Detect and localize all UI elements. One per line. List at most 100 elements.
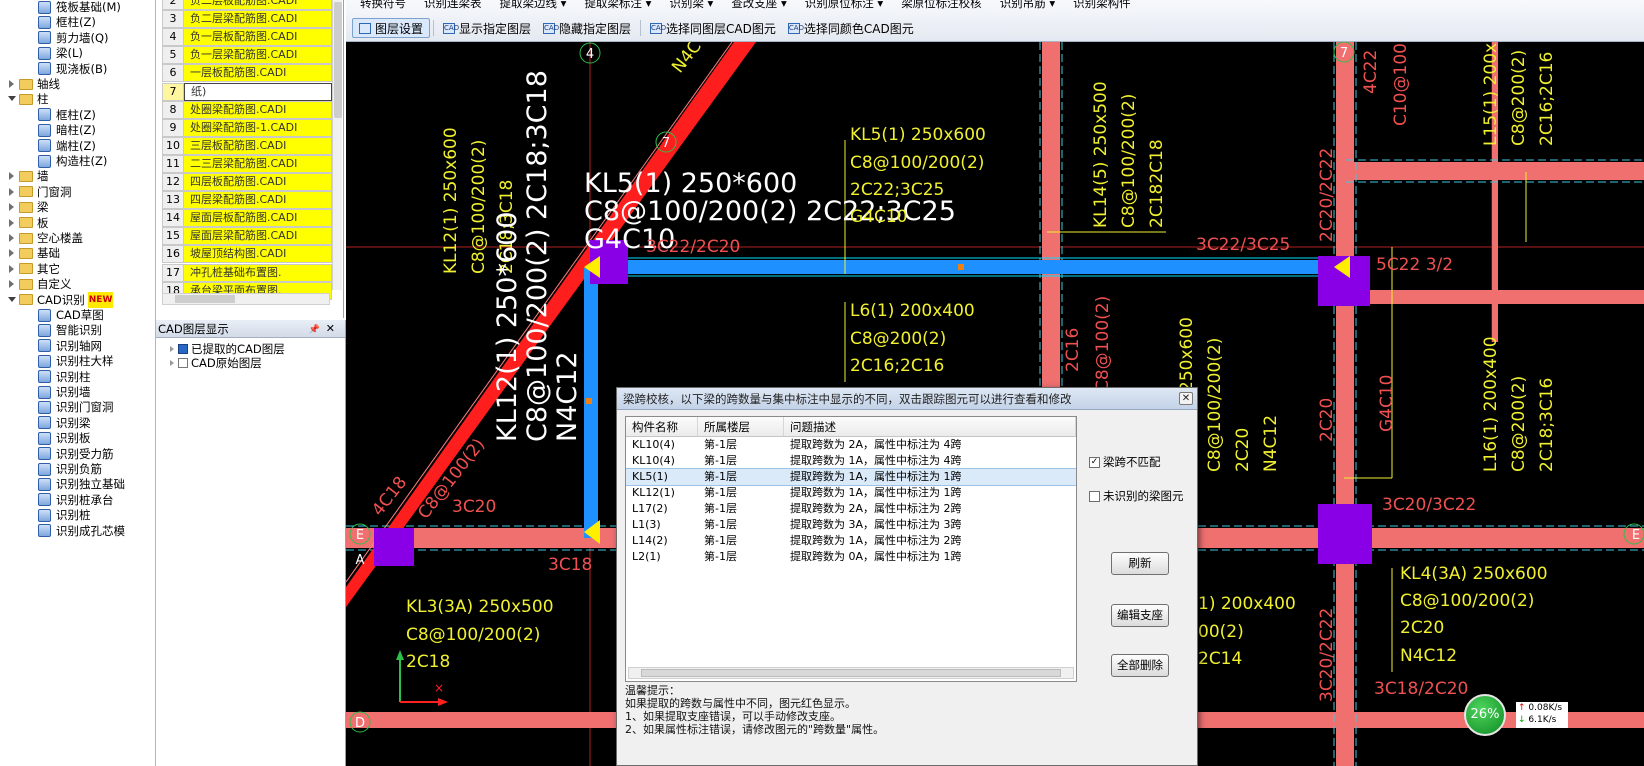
layer-settings-button[interactable]: 图层设置: [352, 18, 431, 38]
expand-icon[interactable]: [8, 187, 16, 196]
column-header-description[interactable]: 问题描述: [784, 417, 1076, 436]
tree-item[interactable]: 筏板基础(M): [38, 0, 121, 15]
tree-item[interactable]: 梁(L): [38, 45, 83, 61]
layer-original[interactable]: CAD原始图层: [170, 356, 262, 370]
drawing-row[interactable]: 16 坡屋顶结构图.CADI: [162, 245, 332, 264]
tree-item[interactable]: 暗柱(Z): [38, 122, 96, 138]
tree-item[interactable]: 智能识别: [38, 322, 102, 338]
tree-item[interactable]: CAD草图: [38, 307, 104, 323]
drawing-row-name[interactable]: 三层板配筋图.CADI: [184, 136, 332, 155]
drawing-list-vscroll[interactable]: [332, 0, 342, 290]
drawing-row-name[interactable]: 冲孔桩基础布置图.: [184, 263, 332, 282]
toolbar-button[interactable]: 梁原位标注校核: [901, 0, 982, 10]
tree-item[interactable]: 基础: [8, 245, 60, 261]
tree-item[interactable]: 识别受力筋: [38, 446, 114, 462]
tree-item[interactable]: 识别成孔芯模: [38, 523, 125, 539]
drawing-row-name[interactable]: 负一层梁配筋图.CADI: [184, 46, 332, 65]
hide-layer-button[interactable]: CAD 隐藏指定图层: [537, 18, 637, 38]
column-header-floor[interactable]: 所属楼层: [698, 417, 784, 436]
drawing-row[interactable]: 2 负二层板配筋图.CADI: [162, 0, 332, 10]
collapse-icon[interactable]: [8, 95, 16, 103]
drawing-row[interactable]: 6 一层板配筋图.CADI: [162, 64, 332, 83]
drawing-row-name[interactable]: 负二层梁配筋图.CADI: [184, 10, 332, 29]
table-row[interactable]: KL10(4) 第-1层 提取跨数为 2A，属性中标注为 4跨: [626, 437, 1076, 453]
tree-item[interactable]: 其它: [8, 261, 60, 277]
column-header-name[interactable]: 构件名称: [626, 417, 698, 436]
tree-item[interactable]: 识别梁: [38, 415, 91, 431]
drawing-row-name[interactable]: 纸): [184, 82, 332, 101]
table-row[interactable]: KL5(1) 第-1层 提取跨数为 1A，属性中标注为 1跨: [626, 468, 1076, 486]
drawing-row-name[interactable]: 坡屋顶结构图.CADI: [184, 245, 332, 264]
pin-icon[interactable]: 📌: [309, 325, 326, 335]
toolbar-button[interactable]: 识别梁 ▾: [669, 0, 713, 10]
span-mismatch-checkbox[interactable]: ✓: [1089, 456, 1100, 468]
drawing-row[interactable]: 12 四层板配筋图.CADI: [162, 173, 332, 191]
tree-item[interactable]: 剪力墙(Q): [38, 30, 109, 46]
drawing-row-name[interactable]: 屋面层梁配筋图.CADI: [184, 227, 332, 246]
drawing-row[interactable]: 15 屋面层梁配筋图.CADI: [162, 227, 332, 246]
edit-support-button[interactable]: 编辑支座: [1111, 604, 1169, 627]
table-hscroll[interactable]: [628, 667, 1074, 679]
unrecognized-beam-check[interactable]: 未识别的梁图元: [1089, 488, 1184, 504]
hscroll-thumb[interactable]: [175, 295, 235, 303]
drawing-row-name[interactable]: 处圈梁配筋图-1.CADI: [184, 118, 332, 137]
tree-item[interactable]: 识别墙: [38, 384, 91, 400]
table-row[interactable]: L17(2) 第-1层 提取跨数为 2A，属性中标注为 2跨: [626, 501, 1076, 517]
toolbar-button[interactable]: 查改支座 ▾: [731, 0, 786, 10]
tree-item[interactable]: 空心楼盖: [8, 230, 83, 246]
tree-item[interactable]: 墙: [8, 168, 49, 184]
tree-item[interactable]: 现浇板(B): [38, 61, 107, 77]
toolbar-button[interactable]: 识别梁构件: [1073, 0, 1131, 10]
tree-item[interactable]: 识别门窗洞: [38, 399, 114, 415]
dialog-title-bar[interactable]: 梁跨校核，以下梁的跨数量与集中标注中显示的不同，双击跟踪图元可以进行查看和修改 …: [617, 388, 1197, 410]
drawing-row-name[interactable]: 屋面层板配筋图.CADI: [184, 209, 332, 228]
tree-item[interactable]: 构造柱(Z): [38, 153, 107, 169]
toolbar-button[interactable]: 识别吊筋 ▾: [1000, 0, 1055, 10]
drawing-row[interactable]: 4 负一层板配筋图.CADI: [162, 28, 332, 47]
show-layer-button[interactable]: CAD 显示指定图层: [437, 18, 537, 38]
toolbar-button[interactable]: 转换符号: [360, 0, 406, 10]
expand-icon[interactable]: [8, 172, 16, 181]
tree-item[interactable]: 识别柱: [38, 369, 91, 385]
expand-icon[interactable]: [8, 249, 16, 258]
table-row[interactable]: KL10(4) 第-1层 提取跨数为 1A，属性中标注为 4跨: [626, 453, 1076, 469]
table-row[interactable]: L2(1) 第-1层 提取跨数为 0A，属性中标注为 1跨: [626, 549, 1076, 565]
layer-original-checkbox[interactable]: [178, 358, 188, 368]
refresh-button[interactable]: 刷新: [1111, 552, 1169, 575]
select-same-layer-button[interactable]: CAD 选择同图层CAD图元: [644, 18, 782, 38]
expand-icon[interactable]: [8, 203, 16, 212]
toolbar-button[interactable]: 提取梁标注 ▾: [584, 0, 651, 10]
expand-icon[interactable]: [8, 264, 16, 273]
expand-icon[interactable]: [170, 346, 174, 352]
drawing-row[interactable]: 8 处圈梁配筋图.CADI: [162, 100, 332, 119]
drawing-row[interactable]: 13 四层梁配筋图.CADI: [162, 191, 332, 210]
drawing-row-name[interactable]: 一层板配筋图.CADI: [184, 64, 332, 83]
drawing-row-name[interactable]: 四层板配筋图.CADI: [184, 173, 332, 191]
tree-item[interactable]: 识别柱大样: [38, 353, 114, 369]
tree-item[interactable]: 框柱(Z): [38, 107, 96, 123]
tree-item[interactable]: 门窗洞: [8, 184, 72, 200]
tree-item[interactable]: 识别桩承台: [38, 492, 114, 508]
tree-item[interactable]: 识别桩: [38, 507, 91, 523]
tree-item[interactable]: 识别轴网: [38, 338, 102, 354]
tree-item[interactable]: 板: [8, 215, 49, 231]
select-same-color-button[interactable]: CAD 选择同颜色CAD图元: [782, 18, 920, 38]
drawing-row-name[interactable]: 负一层板配筋图.CADI: [184, 28, 332, 47]
unrecognized-beam-checkbox[interactable]: [1089, 490, 1100, 502]
table-row[interactable]: KL12(1) 第-1层 提取跨数为 1A，属性中标注为 1跨: [626, 485, 1076, 501]
tree-item[interactable]: 识别板: [38, 430, 91, 446]
tree-item[interactable]: 自定义: [8, 276, 72, 292]
table-row[interactable]: L1(3) 第-1层 提取跨数为 3A，属性中标注为 3跨: [626, 517, 1076, 533]
expand-icon[interactable]: [8, 80, 16, 88]
expand-icon[interactable]: [8, 234, 16, 242]
dialog-close-button[interactable]: ✕: [1179, 392, 1193, 405]
layer-extracted-checkbox[interactable]: [178, 344, 188, 354]
tree-item[interactable]: 轴线: [8, 76, 60, 92]
drawing-row-name[interactable]: 四层梁配筋图.CADI: [184, 191, 332, 210]
hscroll-thumb[interactable]: [641, 669, 1061, 677]
toolbar-button[interactable]: 提取梁边线 ▾: [500, 0, 567, 10]
collapse-icon[interactable]: [8, 296, 16, 304]
drawing-row-name[interactable]: 处圈梁配筋图.CADI: [184, 100, 332, 119]
toolbar-button[interactable]: 识别原位标注 ▾: [805, 0, 883, 10]
toolbar-button[interactable]: 识别连梁表: [424, 0, 482, 10]
